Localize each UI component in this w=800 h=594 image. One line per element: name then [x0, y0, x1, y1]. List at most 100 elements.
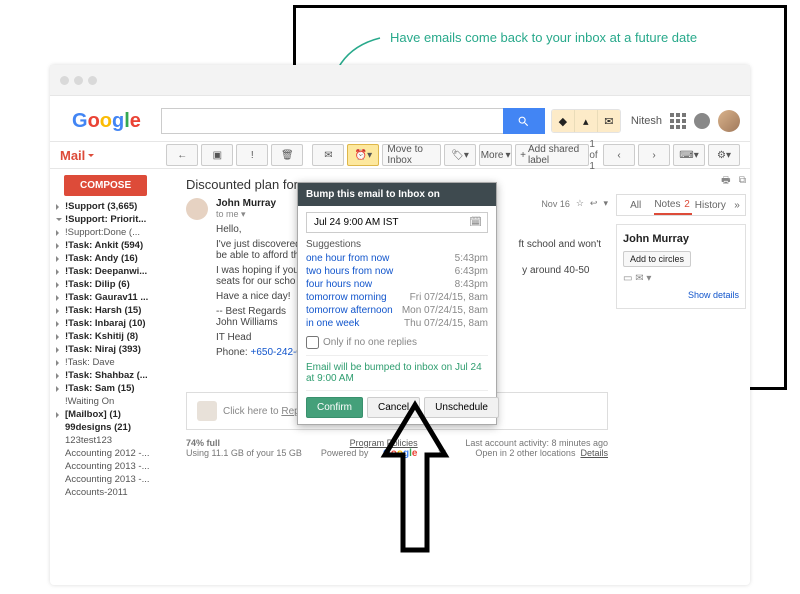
- sidebar-folder[interactable]: !Task: Kshitij (8): [56, 330, 178, 343]
- tab-notes[interactable]: Notes 2: [654, 195, 691, 215]
- sidebar-folder[interactable]: !Support: Priorit...: [56, 213, 178, 226]
- snooze-suggestion[interactable]: two hours from now6:43pm: [306, 265, 488, 278]
- star-icon[interactable]: ☆: [576, 198, 584, 209]
- sidebar-folder[interactable]: !Task: Deepanwi...: [56, 265, 178, 278]
- suggestion-label: four hours now: [306, 279, 372, 290]
- app-header: Google ◆ ▴ ✉ Nitesh: [50, 96, 750, 141]
- suggestion-time: Mon 07/24/15, 8am: [402, 305, 488, 316]
- snooze-suggestion[interactable]: tomorrow morningFri 07/24/15, 8am: [306, 291, 488, 304]
- suggestion-time: 6:43pm: [455, 266, 488, 277]
- sidebar-folder[interactable]: 99designs (21): [56, 421, 178, 434]
- apps-icon[interactable]: [670, 113, 686, 129]
- sidebar-folder[interactable]: !Task: Ankit (594): [56, 239, 178, 252]
- snooze-suggestion[interactable]: one hour from now5:43pm: [306, 252, 488, 265]
- snooze-suggestion[interactable]: in one weekThu 07/24/15, 8am: [306, 317, 488, 330]
- email-meta: Nov 16 ☆ ↩ ▾: [541, 198, 608, 209]
- back-button[interactable]: ←: [166, 144, 198, 166]
- sidebar-folder[interactable]: 123test123: [56, 434, 178, 447]
- sidebar-folder[interactable]: !Task: Sam (15): [56, 382, 178, 395]
- user-name[interactable]: Nitesh: [631, 115, 662, 127]
- more-menu-icon[interactable]: ▾: [603, 198, 608, 209]
- snooze-button[interactable]: ⏰▾: [347, 144, 379, 166]
- annotation-up-arrow: [375, 400, 455, 590]
- mail-dropdown[interactable]: Mail: [60, 148, 94, 163]
- compose-button[interactable]: COMPOSE: [64, 175, 147, 196]
- suggestion-time: 5:43pm: [455, 253, 488, 264]
- suggestions-label: Suggestions: [306, 239, 488, 250]
- snooze-suggestion[interactable]: four hours now8:43pm: [306, 278, 488, 291]
- sidebar-folder[interactable]: [Mailbox] (1): [56, 408, 178, 421]
- sidebar-folder[interactable]: !Task: Andy (16): [56, 252, 178, 265]
- sidebar-folder[interactable]: Accounting 2013 -...: [56, 460, 178, 473]
- folder-label: !Support (3,665): [65, 201, 137, 212]
- only-if-noreply[interactable]: Only if no one replies: [306, 336, 488, 349]
- sidebar-folder[interactable]: !Waiting On: [56, 395, 178, 408]
- print-icon[interactable]: 🖶 ⧉: [616, 173, 746, 190]
- snooze-suggestion[interactable]: tomorrow afternoon Mon 07/24/15, 8am: [306, 304, 488, 317]
- sender-name: John Murray: [216, 198, 276, 209]
- search-button[interactable]: [503, 108, 545, 134]
- sidebar-folder[interactable]: !Support:Done (...: [56, 226, 178, 239]
- phone-link[interactable]: +650-242-: [250, 347, 296, 358]
- sidebar-folder[interactable]: Accounting 2013 -...: [56, 473, 178, 486]
- bump-confirmation-msg: Email will be bumped to inbox on Jul 24 …: [306, 355, 488, 391]
- details-link[interactable]: Details: [580, 448, 608, 458]
- ext-icon-2[interactable]: ▴: [574, 110, 597, 132]
- snooze-date-input[interactable]: [312, 216, 469, 229]
- page-next[interactable]: ›: [638, 144, 670, 166]
- snooze-popover: Bump this email to Inbox on 🗓 Suggestion…: [297, 182, 497, 425]
- more-button[interactable]: More▾: [479, 144, 512, 166]
- folder-label: !Task: Ankit (594): [65, 240, 143, 251]
- folder-label: Accounting 2013 -...: [65, 461, 150, 472]
- folder-label: !Task: Deepanwi...: [65, 266, 147, 277]
- notifications-icon[interactable]: [694, 113, 710, 129]
- input-tools[interactable]: ⌨▾: [673, 144, 705, 166]
- markread-button[interactable]: ✉: [312, 144, 344, 166]
- page-count: 1 of 1: [589, 139, 600, 172]
- tab-history[interactable]: History: [692, 195, 729, 215]
- delete-button[interactable]: 🗑: [271, 144, 303, 166]
- extension-icons[interactable]: ◆ ▴ ✉: [551, 109, 621, 133]
- show-details-link[interactable]: Show details: [688, 290, 739, 300]
- ext-icon-1[interactable]: ◆: [552, 110, 574, 132]
- folder-label: !Support:Done (...: [65, 227, 140, 238]
- confirm-button[interactable]: Confirm: [306, 397, 363, 418]
- sidebar-folder[interactable]: !Task: Shahbaz (...: [56, 369, 178, 382]
- reply-icon[interactable]: ↩: [590, 198, 598, 209]
- sidebar-folder[interactable]: !Task: Gaurav11 ...: [56, 291, 178, 304]
- right-tabs: All Notes 2 History »: [616, 194, 746, 216]
- contact-card: John Murray Add to circles ▭ ✉ ▾ Show de…: [616, 224, 746, 309]
- sidebar-folder[interactable]: !Task: Dilip (6): [56, 278, 178, 291]
- sidebar-folder[interactable]: !Task: Inbaraj (10): [56, 317, 178, 330]
- add-shared-label-button[interactable]: + Add shared label: [515, 144, 589, 166]
- folder-label: !Task: Niraj (393): [65, 344, 141, 355]
- toolbar: ← ▣ ! 🗑 ✉ ⏰▾ Move to Inbox 🏷▾ More▾ + Ad…: [166, 144, 589, 166]
- suggestion-label: in one week: [306, 318, 359, 329]
- settings-gear[interactable]: ⚙▾: [708, 144, 740, 166]
- folder-label: Accounts-2011: [65, 487, 128, 498]
- snooze-date-field[interactable]: 🗓: [306, 212, 488, 233]
- browser-chrome: [50, 65, 750, 96]
- archive-button[interactable]: ▣: [201, 144, 233, 166]
- page-prev[interactable]: ‹: [603, 144, 635, 166]
- only-if-checkbox[interactable]: [306, 336, 319, 349]
- calendar-icon[interactable]: 🗓: [469, 217, 482, 228]
- tab-all[interactable]: All: [617, 195, 654, 215]
- sidebar-folder[interactable]: !Task: Niraj (393): [56, 343, 178, 356]
- sidebar-folder[interactable]: !Task: Harsh (15): [56, 304, 178, 317]
- labels-button[interactable]: 🏷▾: [444, 144, 476, 166]
- sidebar-folder[interactable]: Accounting 2012 -...: [56, 447, 178, 460]
- move-to-inbox-button[interactable]: Move to Inbox: [382, 144, 441, 166]
- sidebar-folder[interactable]: Accounts-2011: [56, 486, 178, 499]
- search-input[interactable]: [161, 108, 503, 134]
- ext-icon-3[interactable]: ✉: [597, 110, 620, 132]
- sidebar-folder[interactable]: !Support (3,665): [56, 200, 178, 213]
- suggestion-label: tomorrow afternoon: [306, 305, 393, 316]
- sender-avatar: [186, 198, 208, 220]
- avatar[interactable]: [718, 110, 740, 132]
- folder-label: !Task: Dilip (6): [65, 279, 130, 290]
- sidebar-folder[interactable]: !Task: Dave: [56, 356, 178, 369]
- spam-button[interactable]: !: [236, 144, 268, 166]
- tabs-expand[interactable]: »: [729, 195, 745, 215]
- add-to-circles[interactable]: Add to circles: [623, 251, 691, 267]
